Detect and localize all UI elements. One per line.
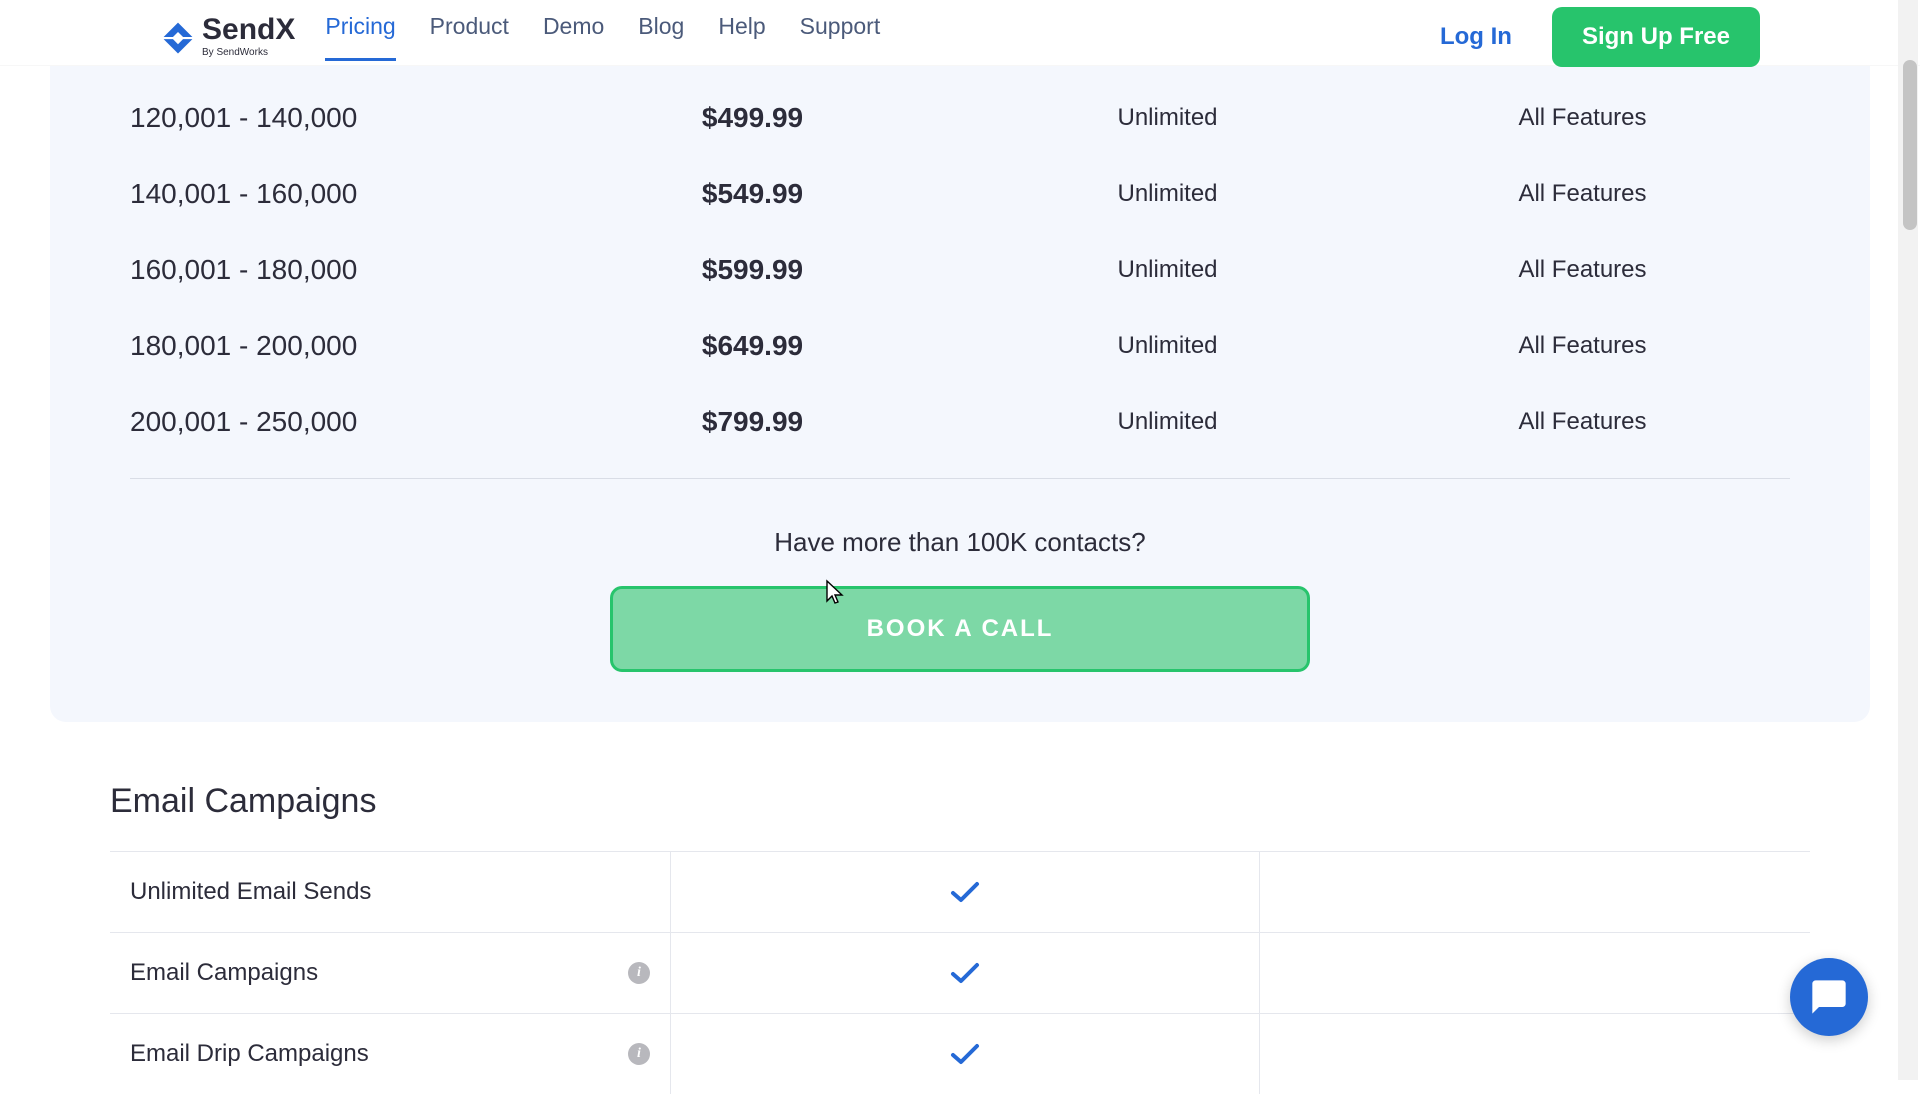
tier-sends: Unlimited xyxy=(960,256,1375,284)
brand-name: SendX xyxy=(202,15,295,45)
features-title: Email Campaigns xyxy=(110,782,1810,821)
sendx-logo-icon xyxy=(160,19,196,55)
feature-row: Unlimited Email Sends xyxy=(110,851,1810,932)
signup-button[interactable]: Sign Up Free xyxy=(1552,7,1760,67)
nav-help[interactable]: Help xyxy=(718,13,765,61)
info-icon[interactable]: i xyxy=(628,962,650,984)
login-link[interactable]: Log In xyxy=(1440,23,1512,51)
header-bar: SendX By SendWorks Pricing Product Demo … xyxy=(0,0,1920,66)
pricing-row: 140,001 - 160,000 $549.99 Unlimited All … xyxy=(130,156,1790,232)
features-section: Email Campaigns Unlimited Email Sends Em… xyxy=(0,722,1920,1094)
tier-price: $799.99 xyxy=(545,406,960,438)
pricing-row: 120,001 - 140,000 $499.99 Unlimited All … xyxy=(130,80,1790,156)
nav-demo[interactable]: Demo xyxy=(543,13,604,61)
nav-product[interactable]: Product xyxy=(430,13,509,61)
chat-icon xyxy=(1809,977,1849,1017)
tier-range: 140,001 - 160,000 xyxy=(130,178,545,210)
check-icon xyxy=(950,1042,980,1066)
tier-sends: Unlimited xyxy=(960,332,1375,360)
tier-price: $499.99 xyxy=(545,102,960,134)
tier-price: $549.99 xyxy=(545,178,960,210)
feature-check-cell xyxy=(670,933,1260,1013)
tier-features: All Features xyxy=(1375,180,1790,208)
check-icon xyxy=(950,880,980,904)
tier-features: All Features xyxy=(1375,104,1790,132)
scrollbar-thumb[interactable] xyxy=(1903,60,1917,230)
brand-subtext: By SendWorks xyxy=(202,47,295,58)
info-icon[interactable]: i xyxy=(628,1043,650,1065)
feature-row: Email Drip Campaigns i xyxy=(110,1013,1810,1094)
pricing-panel: 120,001 - 140,000 $499.99 Unlimited All … xyxy=(50,66,1870,722)
tier-range: 160,001 - 180,000 xyxy=(130,254,545,286)
feature-row: Email Campaigns i xyxy=(110,932,1810,1013)
chat-widget-button[interactable] xyxy=(1790,958,1868,1036)
book-call-button[interactable]: BOOK A CALL xyxy=(610,586,1310,672)
brand-logo[interactable]: SendX By SendWorks xyxy=(160,15,295,58)
tier-features: All Features xyxy=(1375,256,1790,284)
feature-label: Email Drip Campaigns xyxy=(130,1040,369,1068)
feature-label: Unlimited Email Sends xyxy=(130,878,371,906)
check-icon xyxy=(950,961,980,985)
feature-table: Unlimited Email Sends Email Campaigns i … xyxy=(110,851,1810,1094)
tier-sends: Unlimited xyxy=(960,180,1375,208)
feature-name-cell: Email Campaigns i xyxy=(110,933,670,1013)
cta-block: Have more than 100K contacts? BOOK A CAL… xyxy=(50,527,1870,672)
pricing-table: 120,001 - 140,000 $499.99 Unlimited All … xyxy=(50,66,1870,479)
feature-empty-cell xyxy=(1260,852,1810,932)
pricing-row: 180,001 - 200,000 $649.99 Unlimited All … xyxy=(130,308,1790,384)
main-nav: Pricing Product Demo Blog Help Support xyxy=(325,13,880,61)
feature-name-cell: Unlimited Email Sends xyxy=(110,852,670,932)
tier-sends: Unlimited xyxy=(960,104,1375,132)
cta-text: Have more than 100K contacts? xyxy=(50,527,1870,558)
feature-empty-cell xyxy=(1260,933,1810,1013)
tier-sends: Unlimited xyxy=(960,408,1375,436)
feature-label: Email Campaigns xyxy=(130,959,318,987)
feature-check-cell xyxy=(670,852,1260,932)
pricing-row: 160,001 - 180,000 $599.99 Unlimited All … xyxy=(130,232,1790,308)
feature-check-cell xyxy=(670,1014,1260,1094)
pricing-row: 200,001 - 250,000 $799.99 Unlimited All … xyxy=(130,384,1790,479)
nav-pricing[interactable]: Pricing xyxy=(325,13,395,61)
tier-features: All Features xyxy=(1375,408,1790,436)
nav-blog[interactable]: Blog xyxy=(638,13,684,61)
tier-range: 180,001 - 200,000 xyxy=(130,330,545,362)
feature-empty-cell xyxy=(1260,1014,1810,1094)
nav-support[interactable]: Support xyxy=(800,13,881,61)
tier-range: 200,001 - 250,000 xyxy=(130,406,545,438)
tier-features: All Features xyxy=(1375,332,1790,360)
tier-price: $599.99 xyxy=(545,254,960,286)
feature-name-cell: Email Drip Campaigns i xyxy=(110,1014,670,1094)
tier-price: $649.99 xyxy=(545,330,960,362)
tier-range: 120,001 - 140,000 xyxy=(130,102,545,134)
